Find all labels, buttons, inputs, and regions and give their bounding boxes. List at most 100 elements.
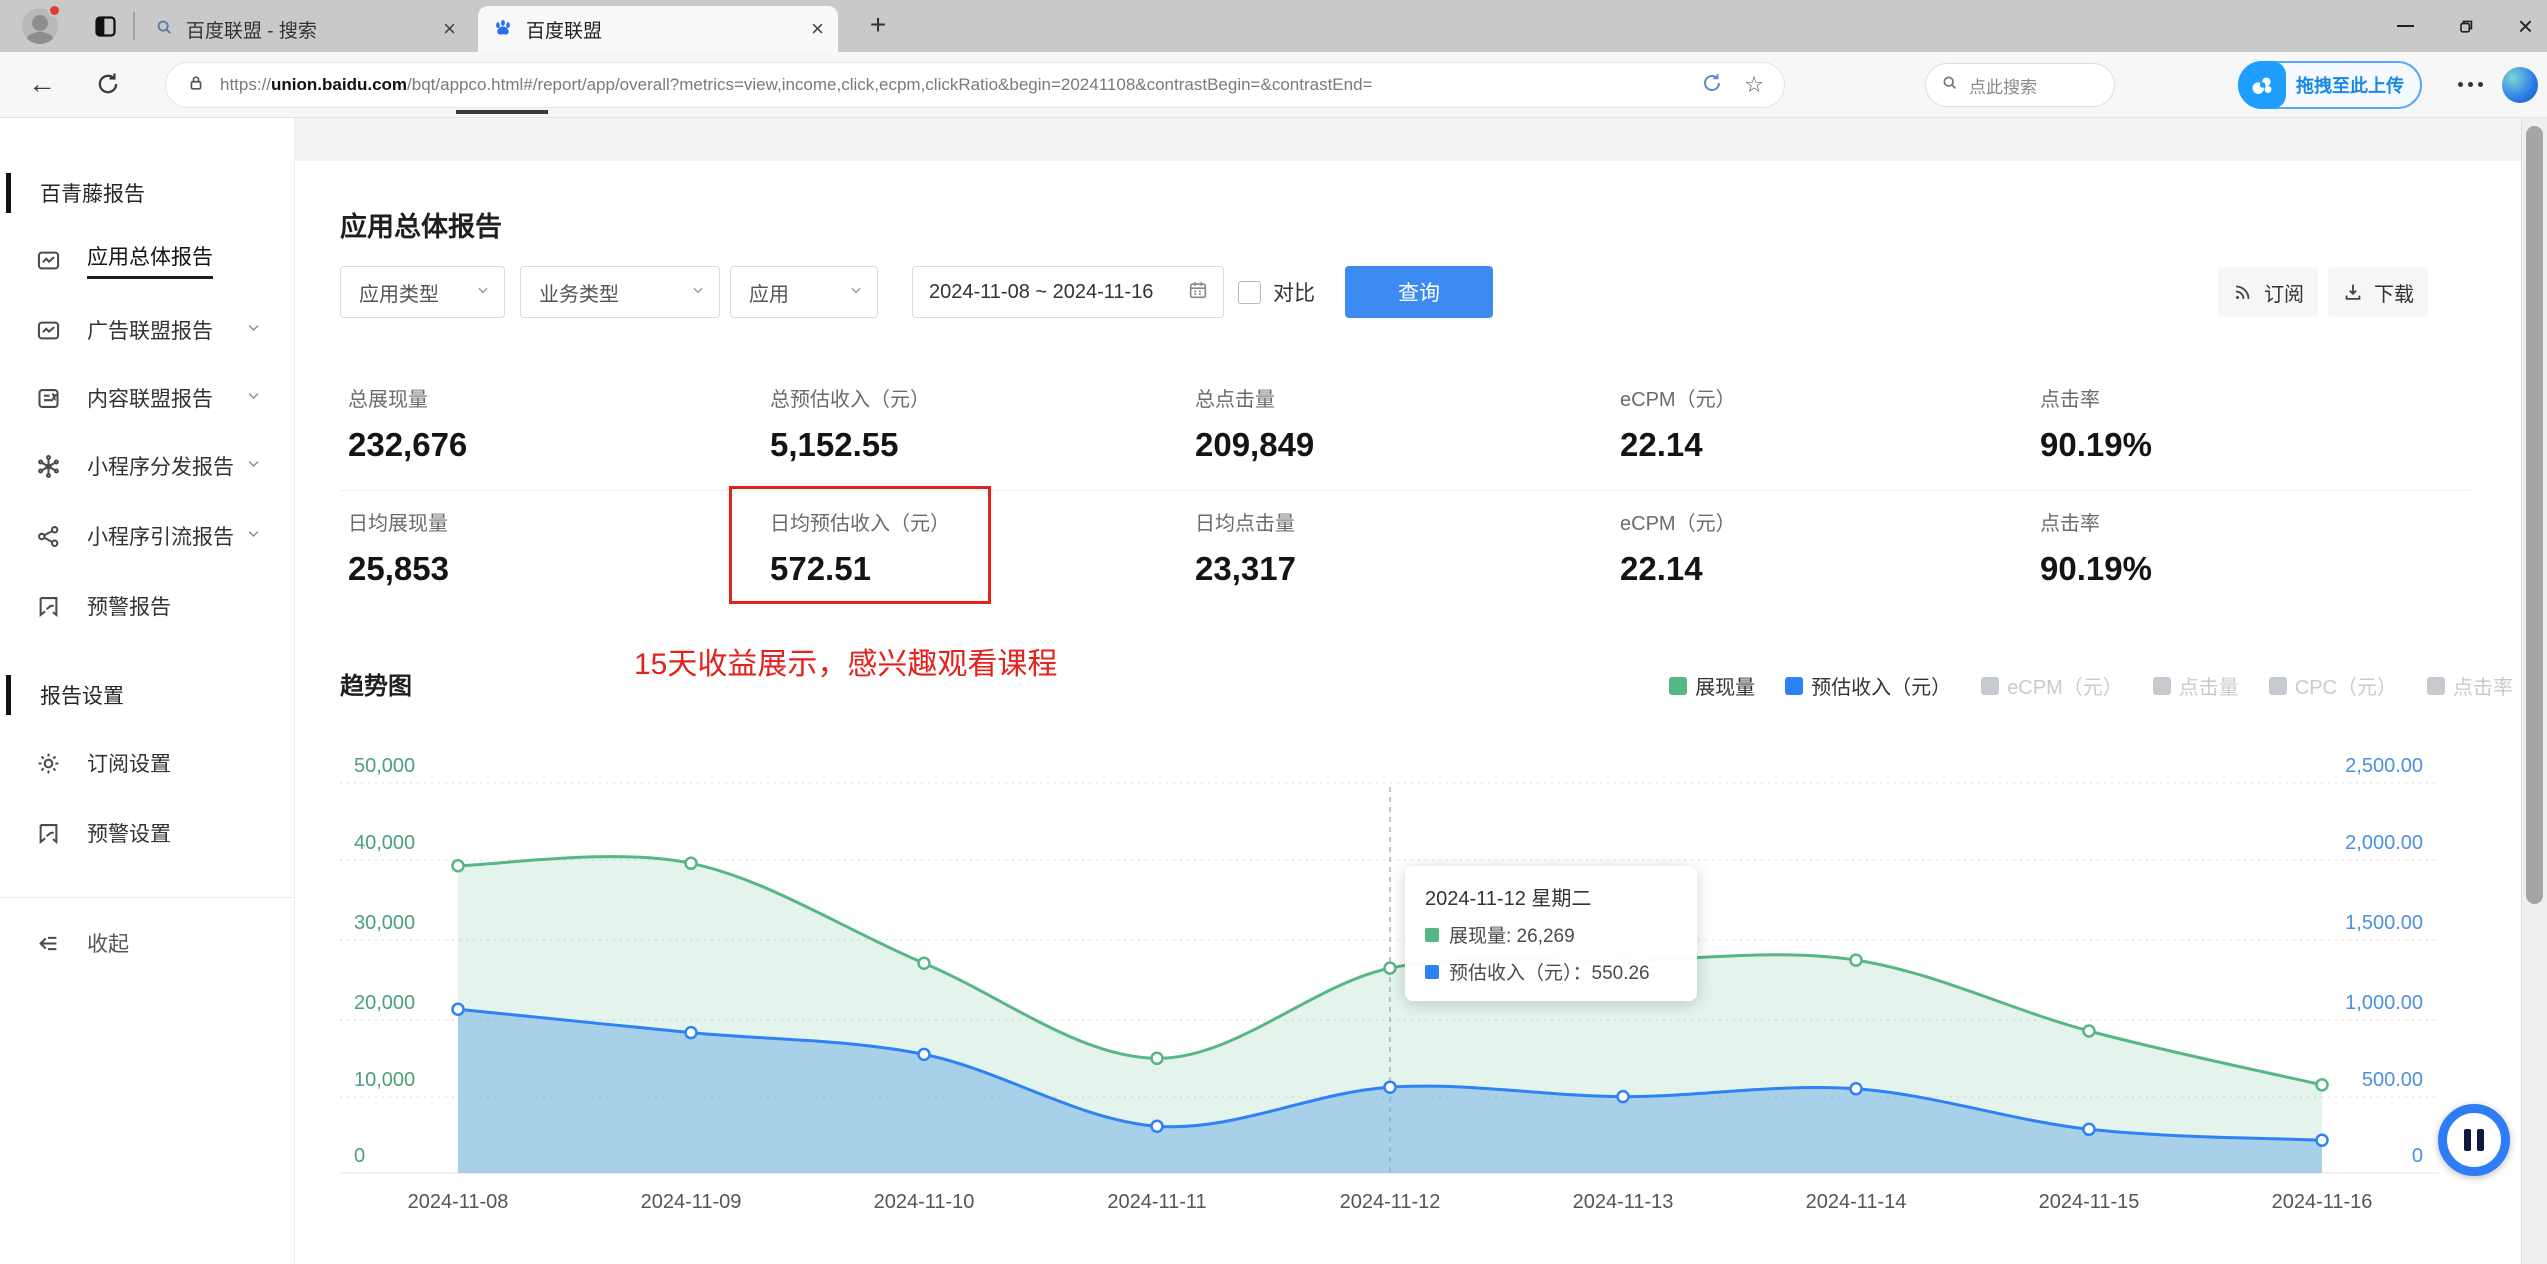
y-right-tick: 2,000.00 [2345, 832, 2423, 854]
scrollbar-thumb[interactable] [2526, 126, 2543, 904]
chart-point[interactable] [1383, 961, 1397, 975]
browser-tab-baidu-union[interactable]: 百度联盟 × [478, 6, 838, 52]
legend-item[interactable]: 点击率 [2427, 671, 2513, 700]
bookmark-icon [35, 820, 62, 847]
chart-point[interactable] [1383, 1080, 1397, 1094]
share-icon [35, 523, 62, 550]
profile-notification-dot [48, 4, 61, 17]
stat-label: 日均点击量 [1195, 513, 1295, 535]
pause-icon [2464, 1129, 2484, 1151]
sidebar-item-miniapp-referral-report[interactable]: 小程序引流报告 [0, 512, 295, 560]
url-text: https://union.baidu.com/bqt/appco.html#/… [220, 75, 1373, 94]
sidebar-item-subscribe-settings[interactable]: 订阅设置 [0, 739, 295, 787]
tab-divider [133, 12, 135, 40]
y-right-tick: 2,500.00 [2345, 755, 2423, 777]
back-icon[interactable]: ← [28, 68, 56, 100]
date-range-picker[interactable]: 2024-11-08 ~ 2024-11-16 [912, 266, 1224, 318]
chevron-down-icon [691, 283, 705, 302]
chart-point[interactable] [1616, 1089, 1630, 1104]
legend-item[interactable]: CPC（元） [2268, 671, 2397, 700]
chart-point[interactable] [917, 956, 931, 970]
sidebar-item-alert-report[interactable]: 预警报告 [0, 582, 295, 630]
url-bar[interactable]: https://union.baidu.com/bqt/appco.html#/… [165, 62, 1785, 108]
reload-icon[interactable] [94, 70, 122, 103]
contrast-checkbox[interactable] [1238, 280, 1261, 304]
chart-point[interactable] [684, 856, 698, 871]
chart-point[interactable] [2082, 1024, 2096, 1038]
chart-point[interactable] [1849, 953, 1863, 967]
sidebar-item-ad-union-report[interactable]: 广告联盟报告 [0, 306, 295, 354]
sidebar-item-content-union-report[interactable]: 内容联盟报告 [0, 374, 295, 422]
x-axis-label: 2024-11-13 [1573, 1191, 1674, 1213]
tab-close-icon[interactable]: × [443, 16, 456, 42]
search-placeholder: 点此搜索 [1969, 77, 2037, 97]
chart-legend: 展现量 预估收入（元） eCPM（元） 点击量 CPC（元） 点击率 [1639, 671, 2513, 700]
tooltip-title: 2024-11-12 星期二 [1425, 888, 1592, 910]
translate-icon[interactable] [1700, 71, 1724, 100]
section-marker [6, 675, 11, 715]
download-button[interactable]: 下载 [2328, 267, 2428, 317]
copilot-icon[interactable] [2502, 67, 2538, 103]
y-right-tick: 1,000.00 [2345, 992, 2423, 1014]
chevron-down-icon [246, 526, 261, 546]
chart-point[interactable] [684, 1025, 698, 1040]
query-button[interactable]: 查询 [1345, 266, 1493, 318]
tab-close-icon[interactable]: × [811, 16, 824, 42]
chart-point[interactable] [451, 1002, 465, 1016]
subscribe-button[interactable]: 订阅 [2218, 267, 2318, 317]
stat-value: 90.19% [2040, 550, 2152, 587]
sidebar: 百青藤报告 应用总体报告 广告联盟报告 内容联盟报告 小程序分发报告 小程序引流报告 预警报… [0, 118, 295, 1264]
y-right-tick: 500.00 [2362, 1069, 2423, 1091]
section-marker [6, 173, 11, 213]
sidebar-item-miniapp-distribution-report[interactable]: 小程序分发报告 [0, 442, 295, 490]
browser-tab-search[interactable]: 百度联盟 - 搜索 × [140, 6, 470, 52]
y-left-tick: 0 [354, 1145, 365, 1167]
legend-item[interactable]: 预估收入（元） [1785, 671, 1951, 700]
favorite-star-icon[interactable]: ☆ [1744, 72, 1764, 98]
app-select[interactable]: 应用 [730, 266, 878, 318]
tab-layout-icon[interactable] [92, 13, 119, 40]
chart-point[interactable] [1150, 1051, 1164, 1066]
chart-point[interactable] [2315, 1078, 2329, 1092]
floating-assistant-button[interactable] [2438, 1104, 2510, 1176]
stat-label: 点击率 [2040, 513, 2100, 535]
stat-daily-3: eCPM（元） 22.14 [1620, 507, 1736, 588]
stat-total-3: eCPM（元） 22.14 [1620, 383, 1736, 464]
chart-point[interactable] [451, 858, 465, 873]
quick-search-box[interactable]: 点此搜索 [1925, 63, 2115, 107]
sidebar-section-header: 报告设置 [0, 671, 295, 719]
window-minimize-button[interactable] [2396, 25, 2414, 27]
netdisk-upload-button[interactable]: 拖拽至此上传 [2238, 61, 2422, 109]
contrast-label: 对比 [1273, 282, 1315, 305]
chart-point[interactable] [917, 1047, 931, 1062]
legend-swatch [1785, 676, 1804, 695]
content-icon [35, 385, 62, 412]
trend-chart[interactable]: 50,000 2,500.00 40,000 2,000.00 30,000 1,500.… [340, 740, 2480, 1250]
tab-title: 百度联盟 - 搜索 [186, 20, 317, 42]
stats-divider [340, 490, 2470, 491]
chart-point[interactable] [2315, 1133, 2329, 1147]
legend-item[interactable]: 点击量 [2152, 671, 2239, 700]
page-scrollbar [2521, 118, 2547, 1264]
sidebar-collapse-button[interactable]: 收起 [0, 919, 295, 967]
legend-item[interactable]: eCPM（元） [1981, 671, 2123, 700]
browser-menu-icon[interactable] [2458, 82, 2483, 87]
chart-point[interactable] [1150, 1119, 1164, 1133]
stat-label: 总展现量 [348, 389, 428, 411]
stat-value: 25,853 [348, 550, 449, 587]
app-type-select[interactable]: 应用类型 [340, 266, 505, 318]
sidebar-item-overall-report[interactable]: 应用总体报告 [0, 236, 295, 284]
sidebar-divider [0, 897, 295, 898]
chart-point[interactable] [2082, 1122, 2096, 1137]
chart-section-title: 趋势图 [340, 673, 412, 700]
window-restore-button[interactable] [2456, 16, 2476, 36]
biz-type-select[interactable]: 业务类型 [520, 266, 720, 318]
stat-value: 5,152.55 [770, 426, 899, 463]
page-title: 应用总体报告 [340, 212, 502, 242]
legend-item[interactable]: 展现量 [1669, 671, 1755, 700]
window-close-button[interactable]: × [2518, 13, 2533, 39]
chart-point[interactable] [1849, 1082, 1863, 1096]
sidebar-item-alert-settings[interactable]: 预警设置 [0, 809, 295, 857]
new-tab-button[interactable]: + [862, 10, 894, 42]
y-left-tick: 10,000 [354, 1069, 415, 1091]
